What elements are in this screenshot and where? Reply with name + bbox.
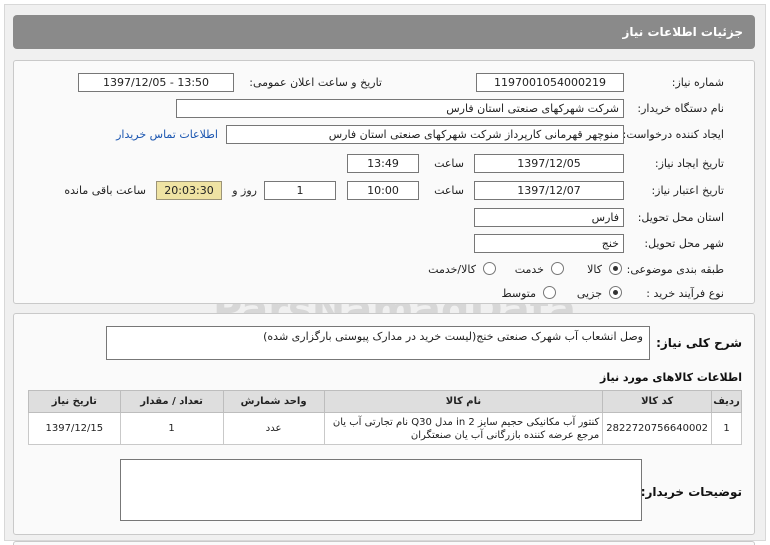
buyer-org-field: شرکت شهرکهای صنعتی استان فارس: [176, 99, 624, 118]
details-panel: شماره نیاز: 1197001054000219 تاریخ و ساع…: [13, 60, 755, 304]
province-field: فارس: [474, 208, 624, 227]
col-date: تاریخ نیاز: [28, 390, 121, 413]
remaining-days-field: 1: [264, 181, 336, 200]
items-table-header: ردیف کد کالا نام کالا واحد شمارش تعداد /…: [28, 390, 742, 413]
summary-box: وصل انشعاب آب شهرک صنعتی خنج(لیست خرید د…: [106, 326, 650, 360]
province-label: استان محل تحویل:: [637, 211, 724, 224]
validity-date-label: تاریخ اعتبار نیاز:: [651, 184, 724, 197]
remaining-time-label: ساعت باقی مانده: [64, 184, 146, 197]
table-row[interactable]: 1 2822720756640002 کنتور آب مکانیکی حجیم…: [28, 412, 742, 445]
process-radio-minor[interactable]: [609, 286, 622, 299]
category-radio-service[interactable]: [551, 262, 564, 275]
col-code: کد کالا: [602, 390, 713, 413]
col-name: نام کالا: [323, 390, 604, 413]
row-name: کنتور آب مکانیکی حجیم سایز 2 in مدل Q30 …: [323, 412, 604, 445]
category-option-service: خدمت: [514, 263, 544, 276]
row-date: 1397/12/15: [28, 412, 121, 445]
row-code: 2822720756640002: [602, 412, 713, 445]
validity-time-label: ساعت: [434, 184, 464, 197]
need-number-label: شماره نیاز:: [671, 76, 724, 89]
contact-buyer-link[interactable]: اطلاعات تماس خریدار: [116, 128, 218, 141]
page-container: جزئیات اطلاعات نیاز ParsNamadData پایگاه…: [4, 4, 766, 545]
col-index: ردیف: [711, 390, 742, 413]
requester-label: ایجاد کننده درخواست:: [622, 128, 724, 141]
process-label: نوع فرآیند خرید :: [646, 287, 724, 300]
category-radio-goods-service[interactable]: [483, 262, 496, 275]
process-option-minor: جزیی: [576, 287, 602, 300]
validity-time-field: 10:00: [347, 181, 419, 200]
category-option-goods: کالا: [587, 263, 602, 276]
create-date-label: تاریخ ایجاد نیاز:: [654, 157, 724, 170]
summary-label: شرح کلی نیاز:: [656, 336, 742, 350]
summary-text: وصل انشعاب آب شهرک صنعتی خنج(لیست خرید د…: [263, 330, 643, 343]
category-radio-goods[interactable]: [609, 262, 622, 275]
process-radio-medium[interactable]: [543, 286, 556, 299]
category-label: طبقه بندی موضوعی:: [626, 263, 724, 276]
city-label: شهر محل تحویل:: [644, 237, 724, 250]
items-table: ردیف کد کالا نام کالا واحد شمارش تعداد /…: [28, 390, 742, 445]
announce-label: تاریخ و ساعت اعلان عمومی:: [249, 76, 382, 89]
create-time-label: ساعت: [434, 157, 464, 170]
buyer-notes-box: [120, 459, 642, 521]
buyer-notes-label: توضیحات خریدار:: [640, 485, 742, 499]
category-option-goods-service: کالا/خدمت: [428, 263, 476, 276]
page-header: جزئیات اطلاعات نیاز: [13, 15, 755, 49]
city-field: خنج: [474, 234, 624, 253]
row-index: 1: [711, 412, 742, 445]
create-date-field: 1397/12/05: [474, 154, 624, 173]
buyer-org-label: نام دستگاه خریدار:: [637, 102, 724, 115]
row-unit: عدد: [222, 412, 325, 445]
process-option-medium: متوسط: [501, 287, 536, 300]
col-unit: واحد شمارش: [222, 390, 325, 413]
days-label: روز و: [232, 184, 257, 197]
remaining-time-field: 20:03:30: [156, 181, 222, 200]
col-qty: تعداد / مقدار: [119, 390, 224, 413]
requester-field: منوچهر قهرمانی کارپرداز شرکت شهرکهای صنع…: [226, 125, 624, 144]
create-time-field: 13:49: [347, 154, 419, 173]
need-number-field: 1197001054000219: [476, 73, 624, 92]
announce-field: 1397/12/05 - 13:50: [78, 73, 234, 92]
page-title: جزئیات اطلاعات نیاز: [622, 25, 743, 39]
row-qty: 1: [119, 412, 224, 445]
validity-date-field: 1397/12/07: [474, 181, 624, 200]
items-section-title: اطلاعات کالاهای مورد نیاز: [600, 371, 742, 384]
footer-panel: [13, 541, 755, 545]
items-panel: شرح کلی نیاز: وصل انشعاب آب شهرک صنعتی خ…: [13, 313, 755, 535]
